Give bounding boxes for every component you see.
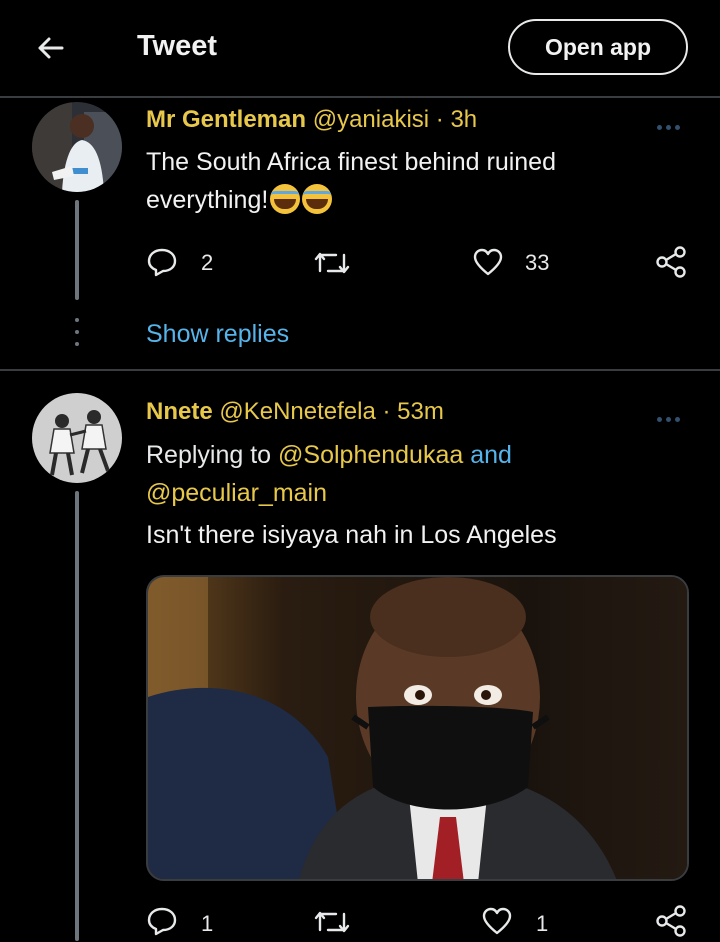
avatar-photo	[32, 393, 122, 483]
like-count: 1	[536, 911, 549, 936]
retweet-icon	[314, 911, 350, 933]
retweet-icon	[314, 252, 350, 274]
display-name[interactable]: Nnete	[146, 398, 213, 425]
header-divider	[0, 96, 720, 98]
heart-icon	[473, 248, 503, 276]
page-title: Tweet	[137, 30, 218, 62]
thread-line	[75, 491, 79, 941]
heart-icon	[482, 907, 512, 935]
tweet-text-content: The South Africa finest behind ruined ev…	[146, 148, 556, 214]
retweet-button[interactable]	[314, 249, 350, 282]
reply-icon	[147, 907, 177, 936]
share-button[interactable]	[654, 246, 688, 283]
arrow-left-icon	[38, 37, 64, 59]
like-button[interactable]	[472, 247, 504, 282]
like-button[interactable]	[481, 906, 513, 941]
tears-of-joy-emoji-icon	[302, 184, 333, 214]
more-icon[interactable]	[657, 117, 685, 130]
photo	[148, 577, 687, 879]
more-icon[interactable]	[657, 409, 685, 422]
tweet-header: Nnete @KeNnetefela · 53m	[146, 398, 444, 426]
like-count: 33	[525, 250, 550, 275]
tears-of-joy-emoji-icon	[270, 184, 301, 214]
tweet-media-image[interactable]	[146, 575, 689, 881]
reply-icon	[147, 248, 177, 277]
back-button[interactable]	[30, 30, 70, 66]
mention-link[interactable]: @peculiar_main	[146, 479, 327, 507]
avatar-photo	[32, 102, 122, 192]
tweet-divider	[0, 369, 720, 371]
replying-to-label: Replying to	[146, 441, 272, 469]
reply-count: 1	[201, 911, 214, 936]
more-replies-dots-icon	[75, 318, 79, 354]
share-icon	[656, 246, 686, 278]
replying-to: Replying to @Solphendukaa and @peculiar_…	[146, 436, 646, 512]
user-handle[interactable]: @KeNnetefela	[219, 398, 375, 425]
retweet-button[interactable]	[314, 908, 350, 941]
tweet-header: Mr Gentleman @yaniakisi · 3h	[146, 106, 477, 134]
tweet-text: Isn't there isiyaya nah in Los Angeles	[146, 521, 557, 549]
avatar[interactable]	[32, 102, 122, 192]
share-button[interactable]	[654, 905, 688, 942]
avatar[interactable]	[32, 393, 122, 483]
replying-and-link[interactable]: and	[470, 441, 512, 469]
open-app-button[interactable]: Open app	[508, 19, 688, 75]
reply-button[interactable]	[146, 906, 178, 941]
timestamp: · 53m	[382, 398, 444, 425]
display-name[interactable]: Mr Gentleman	[146, 106, 306, 133]
user-handle[interactable]: @yaniakisi	[313, 106, 429, 133]
tweet-text: The South Africa finest behind ruined ev…	[146, 143, 636, 219]
show-replies-link[interactable]: Show replies	[146, 320, 289, 349]
mention-link[interactable]: @Solphendukaa	[278, 441, 463, 469]
reply-button[interactable]	[146, 247, 178, 282]
share-icon	[656, 905, 686, 937]
top-bar: Tweet Open app	[0, 0, 720, 97]
thread-line	[75, 200, 79, 300]
timestamp: · 3h	[435, 106, 478, 133]
reply-count: 2	[201, 250, 214, 275]
